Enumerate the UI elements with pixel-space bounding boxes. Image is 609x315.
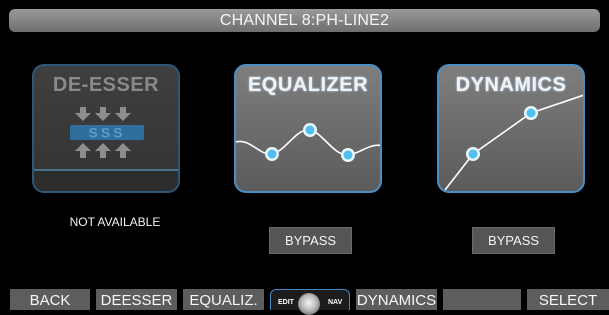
deesser-softkey[interactable]: DEESSER bbox=[96, 289, 177, 310]
equalizer-bypass-button[interactable]: BYPASS bbox=[269, 227, 352, 254]
deesser-bottom-strip bbox=[34, 169, 178, 191]
nav-label: NAV bbox=[328, 299, 343, 306]
eq-nodes bbox=[265, 123, 355, 162]
deesser-letters: SSS bbox=[88, 125, 125, 141]
dynamics-bypass-button[interactable]: BYPASS bbox=[472, 227, 555, 254]
dynamics-softkey[interactable]: DYNAMICS bbox=[356, 289, 437, 310]
edit-nav-encoder[interactable]: EDIT NAV bbox=[270, 289, 350, 315]
encoder-knob-icon[interactable] bbox=[298, 293, 320, 315]
select-button[interactable]: SELECT bbox=[527, 289, 609, 310]
channel-title: CHANNEL 8:PH-LINE2 bbox=[219, 12, 390, 29]
equalizer-softkey[interactable]: EQUALIZ. bbox=[183, 289, 264, 310]
eq-curve-graph bbox=[236, 123, 380, 162]
back-button[interactable]: BACK bbox=[10, 289, 90, 310]
edit-label: EDIT bbox=[278, 299, 294, 306]
dynamics-curve-graph bbox=[444, 94, 583, 191]
channel-title-bar: CHANNEL 8:PH-LINE2 bbox=[9, 9, 600, 32]
deesser-panel: DE-ESSER SSS bbox=[32, 64, 180, 193]
deesser-status: NOT AVAILABLE bbox=[69, 215, 161, 229]
dynamics-panel[interactable]: DYNAMICS bbox=[437, 64, 585, 193]
blank-softkey[interactable] bbox=[443, 289, 521, 310]
equalizer-panel[interactable]: EQUALIZER bbox=[234, 64, 382, 193]
